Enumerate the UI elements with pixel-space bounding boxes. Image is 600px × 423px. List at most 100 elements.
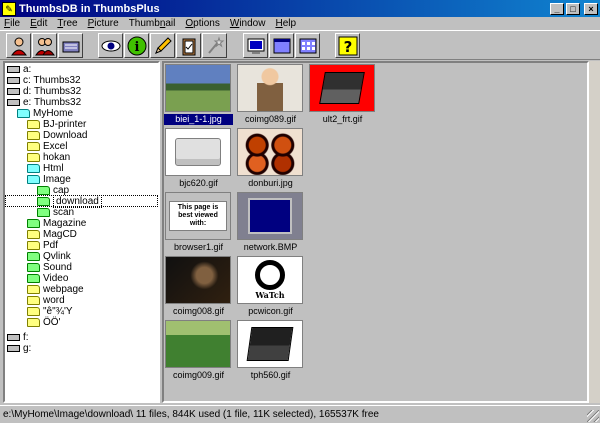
pen-tablet-button[interactable] [58,33,83,58]
folder-icon [27,142,40,151]
app-icon[interactable]: ✎ [2,1,16,16]
folder-tree[interactable]: a: c: Thumbs32 d: Thumbs32 e: Thumbs32 MyHom… [3,61,160,403]
tree-folder[interactable]: Qvlink [27,251,71,262]
tree-folder[interactable]: scan [37,207,74,218]
thumbnail[interactable]: donburi.jpg [236,127,305,189]
menu-item[interactable]: Picture [88,18,119,29]
tree-label: Magazine [43,218,87,229]
thumbnail[interactable]: This page is best viewed with: browser1.g… [164,191,233,253]
folder-icon [27,252,40,261]
grid-icon [299,38,316,53]
thumbnail[interactable]: coimg008.gif [164,255,233,317]
thumbnail-image [237,192,303,240]
menu-item[interactable]: Help [275,18,296,29]
menu-bar: File Edit Tree Picture Thumbnail Options Windo… [0,17,600,30]
folder-icon [37,186,50,195]
menu-item[interactable]: Options [185,18,219,29]
folder-icon [27,263,40,272]
menu-item[interactable]: File [4,18,20,29]
people-button[interactable] [32,33,57,58]
folder-icon [27,274,40,283]
pencil-button[interactable] [150,33,175,58]
info-button[interactable]: i [124,33,149,58]
thumbnail-image [237,64,303,112]
tree-drive[interactable]: f: [7,332,29,343]
person-button[interactable] [6,33,31,58]
resize-grip[interactable] [587,410,599,422]
magic-wand-button[interactable] [202,33,227,58]
tree-label: MagCD [43,229,77,240]
menu-item[interactable]: Tree [57,18,77,29]
folder-icon [27,164,40,173]
tree-folder[interactable]: Excel [27,141,67,152]
drive-icon [7,99,20,106]
tree-selection-box [5,195,158,207]
window-button[interactable] [269,33,294,58]
maximize-button[interactable]: □ [566,2,580,15]
monitor-button[interactable] [243,33,268,58]
thumbnail-image [165,64,231,112]
tree-drive[interactable]: e: Thumbs32 [7,97,81,108]
tree-folder[interactable]: Pdf [27,240,58,251]
tree-label: a: [23,64,32,75]
tree-folder[interactable]: ÖÖ' [27,317,60,328]
tree-folder[interactable]: MagCD [27,229,77,240]
tree-label: Excel [43,141,68,152]
tree-folder[interactable]: Download [27,130,87,141]
thumbnail-pane[interactable]: biei_1-1.jpg coimg089.gif ult2_frt.gif bjc6… [162,61,589,403]
browser-thumb-text: This page is best viewed with: [169,201,227,231]
tree-label: Image [43,174,71,185]
thumbnail[interactable]: coimg009.gif [164,319,233,381]
thumbnail[interactable]: biei_1-1.jpg [164,63,233,125]
folder-icon [27,120,40,129]
monitor-icon [247,38,264,54]
menu-item[interactable]: Thumbnail [129,18,176,29]
clipboard-button[interactable] [176,33,201,58]
tree-folder[interactable]: "ê"¾'Y [27,306,73,317]
tree-folder[interactable]: BJ-printer [27,119,86,130]
tree-folder[interactable]: Video [27,273,68,284]
tree-folder[interactable]: webpage [27,284,84,295]
tree-folder[interactable]: MyHome [17,108,73,119]
tree-folder[interactable]: word [27,295,65,306]
folder-icon [37,208,50,217]
help-button[interactable]: ? [335,33,360,58]
help-icon: ? [338,36,357,56]
thumbnail[interactable]: ult2_frt.gif [308,63,377,125]
thumbnail[interactable]: bjc620.gif [164,127,233,189]
folder-icon [27,285,40,294]
thumbnail[interactable]: WaTch pcwicon.gif [236,255,305,317]
pen-tablet-icon [62,41,79,52]
thumbnail[interactable]: coimg089.gif [236,63,305,125]
menu-item[interactable]: Window [230,18,266,29]
thumbnail-image [165,320,231,368]
menu-item[interactable]: Edit [30,18,47,29]
tree-label: Pdf [43,240,59,251]
pcw-thumb-text: WaTch [255,290,285,300]
minimize-button[interactable]: _ [550,2,564,15]
tree-label: e: Thumbs32 [23,97,82,108]
grid-button[interactable] [295,33,320,58]
tree-drive[interactable]: g: [7,343,31,354]
thumbnail[interactable]: tph560.gif [236,319,305,381]
tree-drive[interactable]: a: [7,64,31,75]
tree-folder[interactable]: Html [27,163,64,174]
thumbnail-caption: biei_1-1.jpg [164,114,233,125]
thumbnail-caption: bjc620.gif [179,178,218,188]
thumbnail-caption: tph560.gif [250,370,291,380]
folder-icon [27,175,40,184]
thumbnail[interactable]: network.BMP [236,191,305,253]
tree-folder[interactable]: Image [27,174,71,185]
eye-button[interactable] [98,33,123,58]
tree-drive[interactable]: d: Thumbs32 [7,86,81,97]
tree-folder[interactable]: Sound [27,262,72,273]
tree-folder[interactable]: Magazine [27,218,86,229]
close-button[interactable]: × [584,2,598,15]
clipboard-icon [182,38,195,55]
thumbnail-image [309,64,375,112]
tree-drive[interactable]: c: Thumbs32 [7,75,81,86]
thumbnail-caption: network.BMP [243,242,298,252]
tree-label: ÖÖ' [43,317,61,328]
tree-folder[interactable]: hokan [27,152,70,163]
tree-label: Video [43,273,69,284]
